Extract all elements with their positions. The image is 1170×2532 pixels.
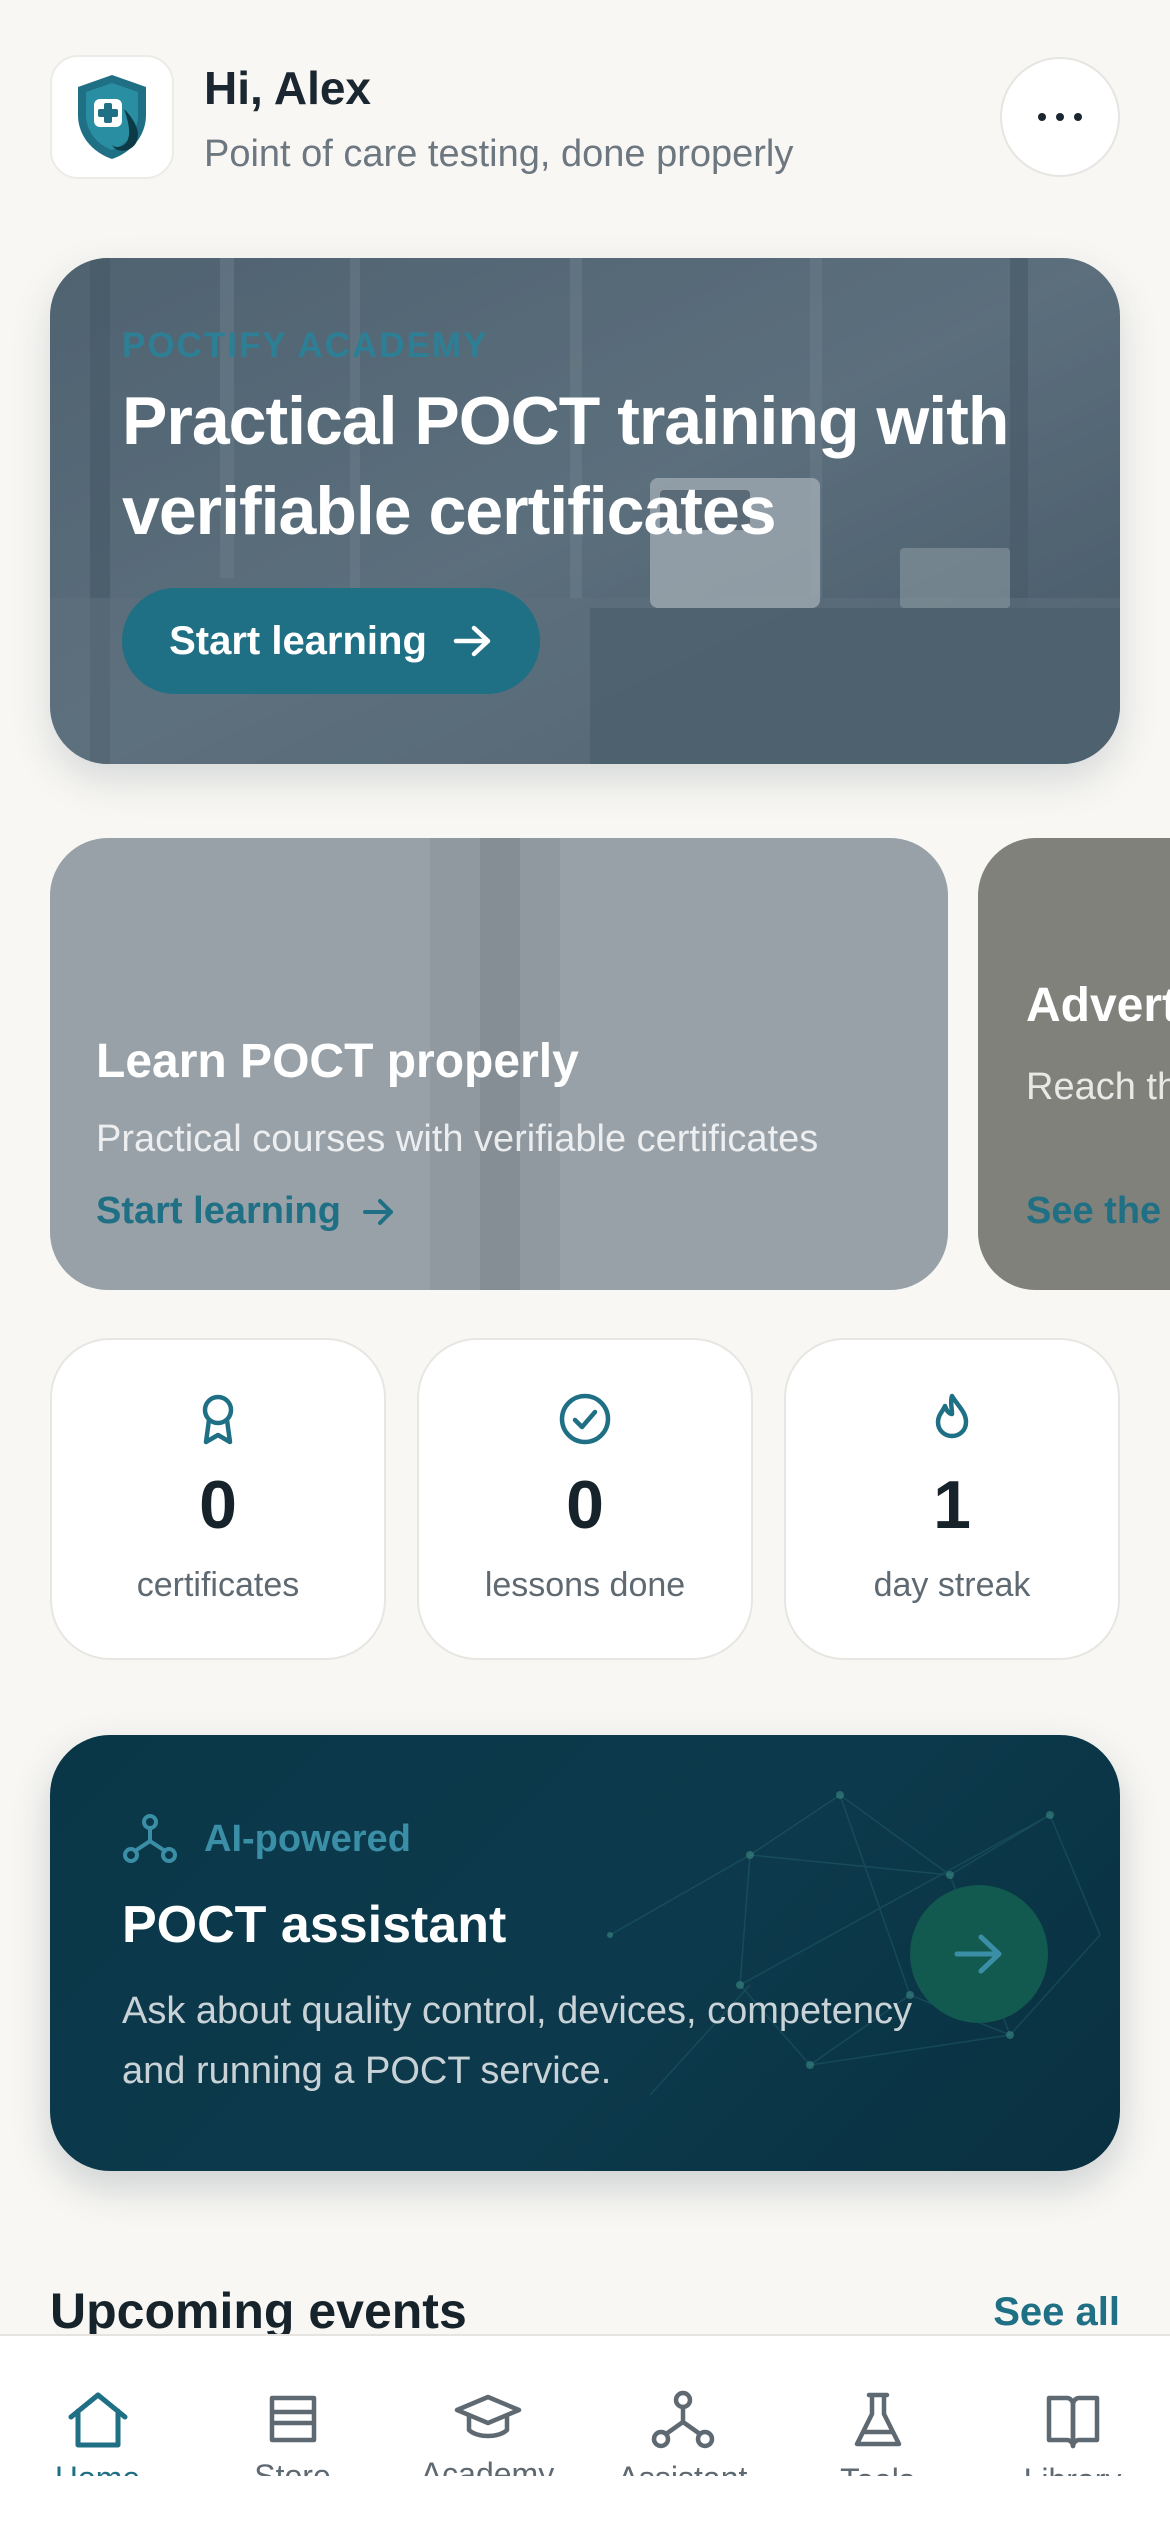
arrow-right-icon [362, 1198, 393, 1225]
upcoming-events-heading: Upcoming events [50, 2283, 467, 2339]
stat-label: day streak [873, 1566, 1031, 1604]
graduation-cap-icon [454, 2394, 521, 2439]
stat-value: 1 [933, 1467, 971, 1543]
assistant-description: Ask about quality control, devices, comp… [122, 1990, 912, 2092]
tab-home[interactable]: Home [0, 2336, 195, 2476]
store-icon [269, 2395, 316, 2443]
tab-store[interactable]: Store [195, 2336, 390, 2476]
tagline: Point of care testing, done properly [204, 133, 794, 175]
flame-icon [935, 1393, 969, 1439]
app-logo [50, 55, 174, 179]
promo-see-link[interactable]: See the [1026, 1190, 1161, 1233]
home-icon [68, 2392, 127, 2448]
tab-library[interactable]: Library [975, 2336, 1170, 2476]
stat-lessons-done[interactable]: 0 lessons done [417, 1338, 753, 1660]
home-screen: Hi, Alex Point of care testing, done pro… [0, 0, 1170, 2532]
hero-card[interactable]: POCTIFY ACADEMY Practical POCT training … [50, 258, 1120, 764]
greeting: Hi, Alex [204, 62, 372, 114]
stat-value: 0 [199, 1467, 237, 1543]
hero-eyebrow: POCTIFY ACADEMY [122, 326, 489, 365]
arrow-right-icon [453, 625, 491, 657]
start-learning-button[interactable]: Start learning [122, 588, 540, 694]
stat-label: certificates [136, 1566, 300, 1604]
book-icon [1046, 2395, 1099, 2449]
open-assistant-button[interactable] [910, 1885, 1048, 2023]
arrow-right-icon [954, 1934, 1002, 1974]
tab-label: Library [1024, 2462, 1122, 2476]
promo-start-learning-link[interactable]: Start learning [96, 1190, 395, 1233]
more-dots-icon [1038, 113, 1046, 121]
bottom-tab-bar: Home Store Academy [0, 2334, 1170, 2532]
flask-icon [854, 2392, 901, 2447]
stat-day-streak[interactable]: 1 day streak [784, 1338, 1120, 1660]
stats-row: 0 certificates 0 lessons done 1 day stre… [50, 1338, 1120, 1660]
promo-subtitle: Reach th of care t [1026, 1066, 1170, 1108]
more-button[interactable] [1000, 57, 1120, 177]
promo-card-learn[interactable]: Learn POCT properly Practical courses wi… [50, 838, 948, 1290]
promo-title: Advert [1026, 979, 1170, 1032]
see-all-events-link[interactable]: See all [993, 2290, 1120, 2335]
tab-label: Home [55, 2460, 140, 2476]
header: Hi, Alex Point of care testing, done pro… [50, 55, 1120, 179]
assistant-card[interactable]: AI-powered POCT assistant Ask about qual… [50, 1735, 1120, 2171]
promo-title: Learn POCT properly [96, 1035, 579, 1088]
start-learning-label: Start learning [169, 618, 427, 663]
network-nodes-icon [651, 2390, 714, 2449]
tab-tools[interactable]: Tools [780, 2336, 975, 2476]
promo-card-advertise[interactable]: Advert Reach th of care t See the [978, 838, 1170, 1290]
tab-label: Store [254, 2458, 331, 2476]
shield-cross-drop-icon [78, 75, 146, 159]
ai-badge: AI-powered [122, 1813, 411, 1865]
stat-certificates[interactable]: 0 certificates [50, 1338, 386, 1660]
tab-label: Assistant [618, 2460, 748, 2476]
promo-carousel[interactable]: Learn POCT properly Practical courses wi… [0, 838, 1170, 1290]
tab-academy[interactable]: Academy [390, 2336, 585, 2476]
tab-label: Academy [420, 2456, 555, 2476]
assistant-title: POCT assistant [122, 1896, 507, 1954]
promo-subtitle: Practical courses with verifiable certif… [96, 1118, 819, 1160]
tab-label: Tools [840, 2462, 915, 2476]
stat-value: 0 [566, 1467, 604, 1543]
stat-label: lessons done [484, 1566, 686, 1604]
award-ribbon-icon [202, 1394, 234, 1445]
tab-assistant[interactable]: Assistant [585, 2336, 780, 2476]
hero-title: Practical POCT training with verifiable … [122, 383, 1009, 549]
ai-badge-label: AI-powered [204, 1817, 411, 1860]
network-nodes-icon [123, 1814, 177, 1863]
check-circle-icon [559, 1393, 611, 1445]
